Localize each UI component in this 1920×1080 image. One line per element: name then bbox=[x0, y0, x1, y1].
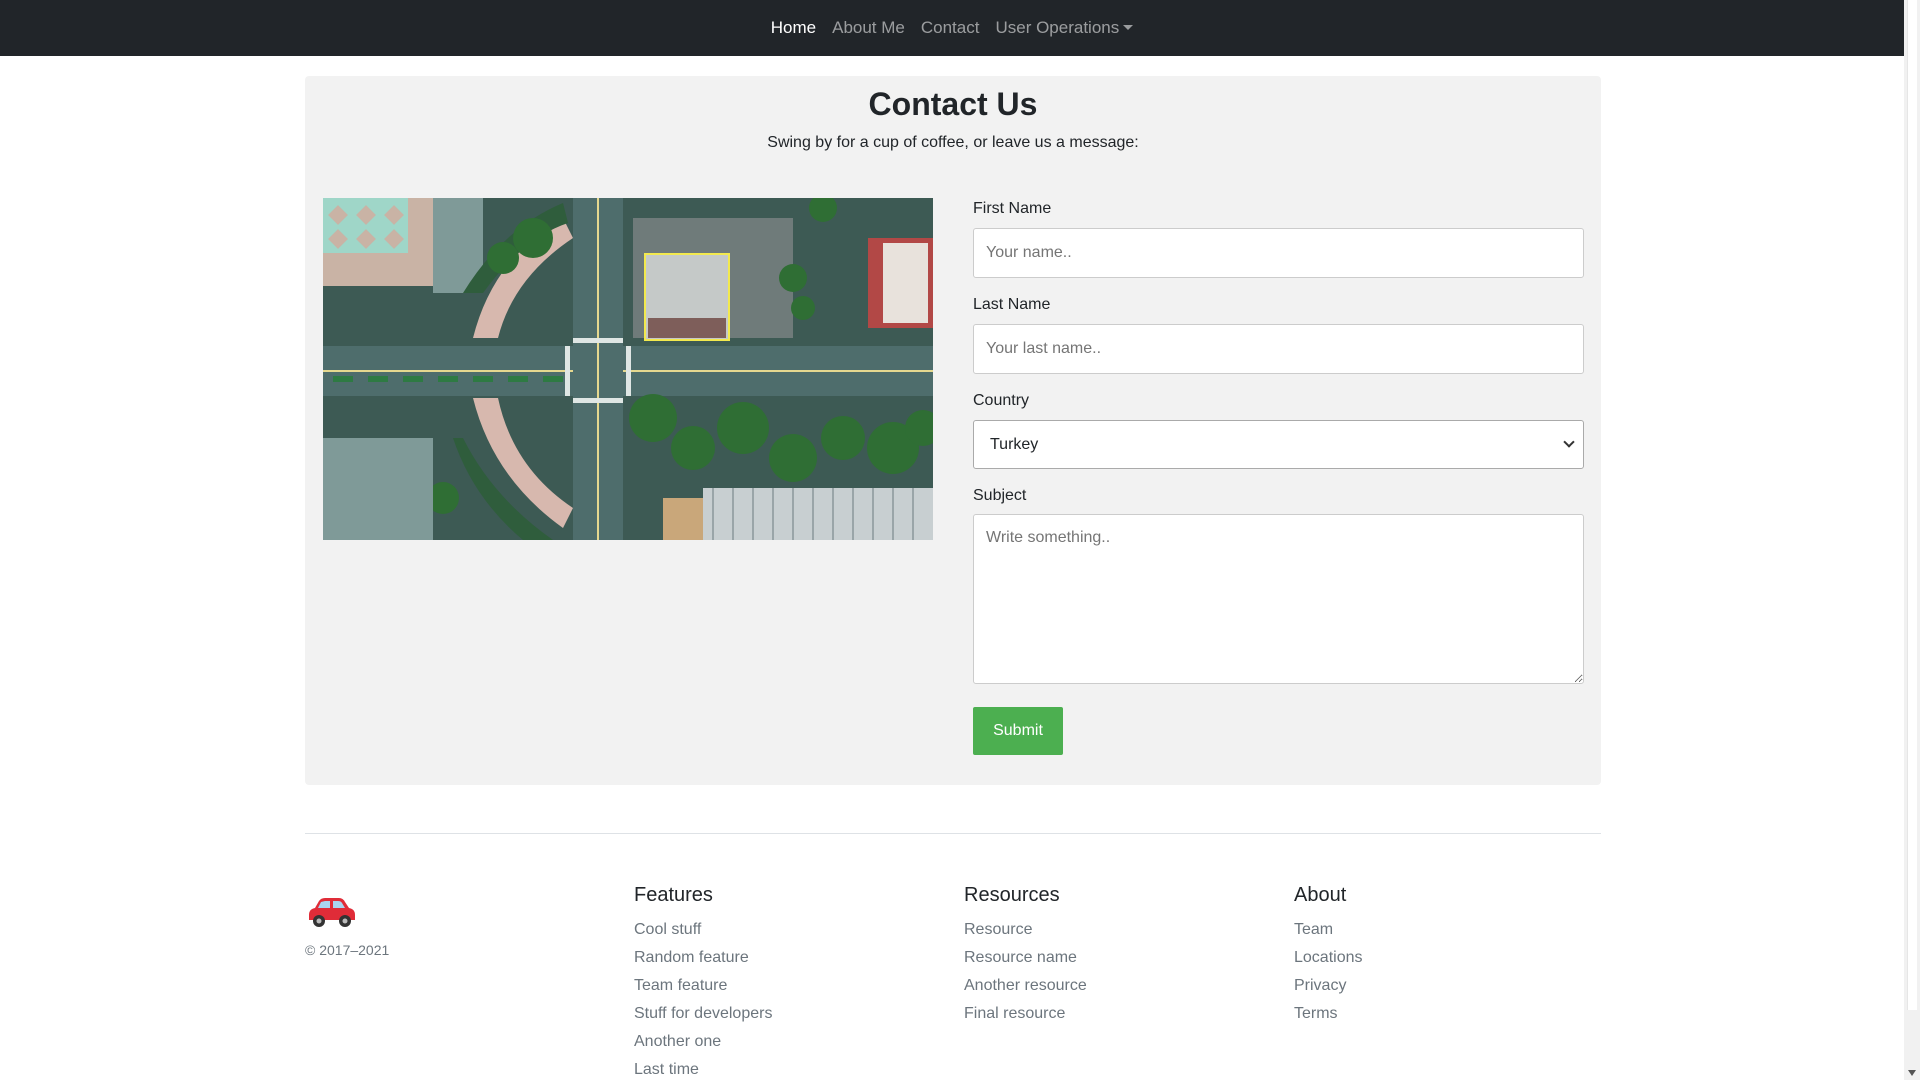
footer-heading-about: About bbox=[1294, 884, 1347, 906]
contact-card: Contact Us Swing by for a cup of coffee,… bbox=[305, 76, 1601, 785]
footer-link[interactable]: Team bbox=[1294, 916, 1363, 944]
subject-textarea[interactable] bbox=[973, 514, 1584, 684]
footer-link[interactable]: Team feature bbox=[634, 972, 772, 1000]
copyright-text: © 2017–2021 bbox=[305, 942, 390, 958]
footer-link[interactable]: Privacy bbox=[1294, 972, 1363, 1000]
aerial-city-image bbox=[323, 198, 933, 540]
footer-column-about: About Team Locations Privacy Terms bbox=[1294, 880, 1363, 1028]
country-label: Country bbox=[973, 392, 1030, 409]
footer-link[interactable]: Resource name bbox=[964, 944, 1087, 972]
footer-column-features: Features Cool stuff Random feature Team … bbox=[634, 880, 772, 1080]
footer-link[interactable]: Stuff for developers bbox=[634, 1000, 772, 1028]
footer-link[interactable]: Another resource bbox=[964, 972, 1087, 1000]
last-name-input[interactable] bbox=[973, 324, 1584, 374]
footer-heading-features: Features bbox=[634, 884, 713, 906]
footer-link[interactable]: Random feature bbox=[634, 944, 772, 972]
submit-button[interactable]: Submit bbox=[973, 707, 1063, 755]
footer-heading-resources: Resources bbox=[964, 884, 1060, 906]
first-name-label: First Name bbox=[973, 200, 1052, 217]
footer-link[interactable]: Terms bbox=[1294, 1000, 1363, 1028]
first-name-input[interactable] bbox=[973, 228, 1584, 278]
country-select[interactable]: Turkey bbox=[973, 420, 1584, 469]
scroll-down-arrow-icon[interactable] bbox=[1908, 1070, 1916, 1076]
last-name-label: Last Name bbox=[973, 296, 1051, 313]
aerial-city-photo-icon bbox=[323, 198, 933, 540]
nav-home[interactable]: Home bbox=[763, 18, 824, 38]
country-selected-value: Turkey bbox=[990, 435, 1039, 453]
page-subtitle: Swing by for a cup of coffee, or leave u… bbox=[767, 134, 1139, 151]
nav-user-operations-label: User Operations bbox=[995, 18, 1120, 37]
subject-label: Subject bbox=[973, 487, 1027, 504]
scrollbar-thumb[interactable] bbox=[1907, 0, 1917, 1010]
footer-link[interactable]: Last time bbox=[634, 1056, 772, 1080]
footer-link[interactable]: Final resource bbox=[964, 1000, 1087, 1028]
footer-column-resources: Resources Resource Resource name Another… bbox=[964, 880, 1087, 1028]
nav-about-me[interactable]: About Me bbox=[824, 18, 913, 38]
vertical-scrollbar[interactable] bbox=[1904, 0, 1920, 1080]
top-navbar: Home About Me Contact User Operations bbox=[0, 0, 1904, 56]
footer-link[interactable]: Resource bbox=[964, 916, 1087, 944]
footer-link[interactable]: Cool stuff bbox=[634, 916, 772, 944]
nav-contact[interactable]: Contact bbox=[913, 18, 988, 38]
page-title: Contact Us bbox=[868, 86, 1038, 122]
footer-link[interactable]: Locations bbox=[1294, 944, 1363, 972]
footer-divider bbox=[305, 833, 1601, 834]
caret-down-icon bbox=[1123, 25, 1134, 30]
chevron-down-icon bbox=[1563, 436, 1575, 448]
car-icon bbox=[309, 898, 355, 927]
nav-user-operations-dropdown[interactable]: User Operations bbox=[987, 18, 1141, 38]
footer-link[interactable]: Another one bbox=[634, 1028, 772, 1056]
